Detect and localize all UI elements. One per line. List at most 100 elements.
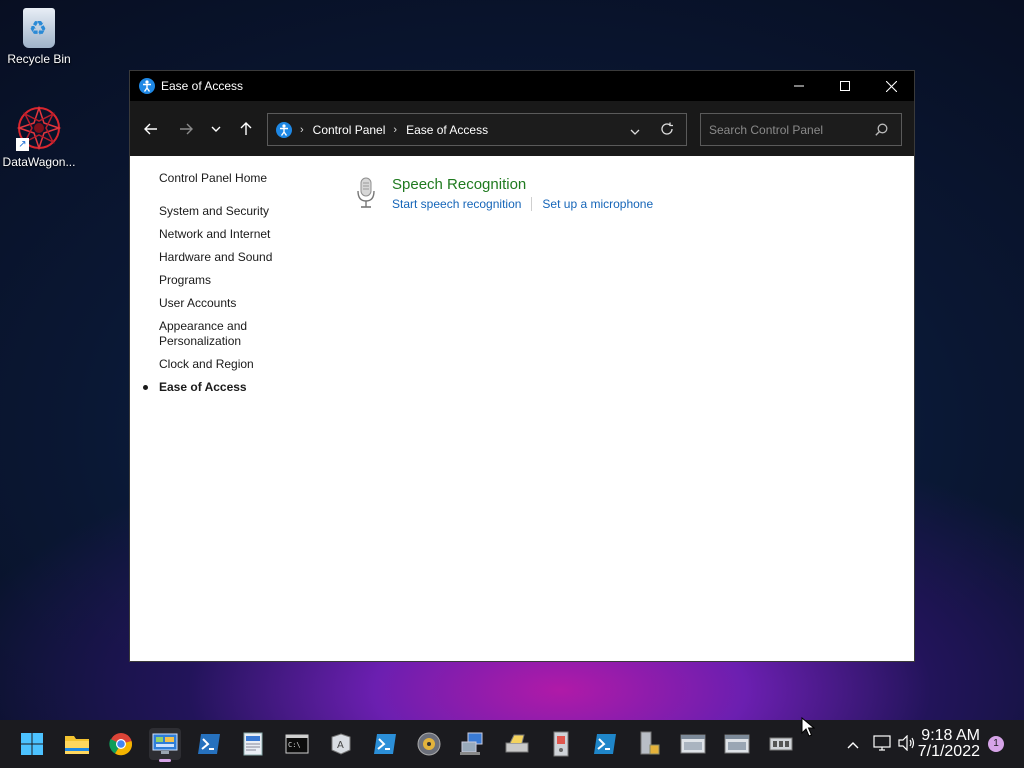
disc-app-button[interactable] <box>413 728 445 760</box>
windows-logo-icon <box>21 733 43 755</box>
control-panel-taskbar-button[interactable] <box>149 728 181 762</box>
start-button[interactable] <box>16 728 48 760</box>
maximize-icon <box>840 81 850 91</box>
desktop-icon-label: DataWagon... <box>2 155 76 169</box>
forward-button[interactable] <box>171 114 201 144</box>
terminal-2-button[interactable] <box>589 728 621 760</box>
address-dropdown-button[interactable] <box>630 125 640 139</box>
content-area: Control Panel Home System and Security N… <box>130 156 914 661</box>
show-hidden-icons-button[interactable] <box>846 737 860 755</box>
up-arrow-icon <box>240 121 252 135</box>
minimize-icon <box>794 85 804 87</box>
network-icon <box>873 735 891 751</box>
sidebar-item-hardware-and-sound[interactable]: Hardware and Sound <box>159 250 319 265</box>
back-arrow-icon <box>144 123 157 134</box>
ease-of-access-icon <box>276 121 292 138</box>
desktop-icon-label: Recycle Bin <box>7 52 71 66</box>
powershell-2-button[interactable] <box>369 728 401 760</box>
powershell-icon <box>594 734 616 754</box>
recent-locations-button[interactable] <box>201 114 231 144</box>
shortcut-arrow-icon: ↗ <box>16 138 29 151</box>
speech-links: Start speech recognition Set up a microp… <box>392 197 653 211</box>
link-divider <box>531 197 533 211</box>
mouse-cursor-icon <box>801 717 815 737</box>
close-icon <box>885 80 897 92</box>
sidebar-item-programs[interactable]: Programs <box>159 273 319 288</box>
volume-button[interactable] <box>898 734 916 756</box>
ease-of-access-icon <box>139 78 155 94</box>
recycle-bin-icon <box>23 8 55 48</box>
chrome-icon <box>109 733 133 756</box>
window-app-icon <box>724 734 750 754</box>
sidebar-item-appearance-and-personalization[interactable]: Appearance and Personalization <box>159 319 259 349</box>
network-status-button[interactable] <box>873 735 891 756</box>
server-lock-icon <box>640 731 660 755</box>
window-title: Ease of Access <box>161 79 244 93</box>
document-icon <box>243 732 263 756</box>
refresh-button[interactable] <box>660 122 674 139</box>
microphone-icon <box>357 177 375 208</box>
chevron-down-icon <box>211 126 221 132</box>
device-icon <box>553 731 569 757</box>
sidebar-item-system-and-security[interactable]: System and Security <box>159 204 319 219</box>
powershell-button[interactable] <box>193 728 225 760</box>
close-button[interactable] <box>868 71 914 101</box>
breadcrumb-chevron-icon: › <box>300 123 304 136</box>
window-app-1-button[interactable] <box>677 728 709 760</box>
notification-badge[interactable]: 1 <box>988 736 1004 752</box>
app-glyph-icon: A <box>331 733 351 755</box>
sidebar-item-network-and-internet[interactable]: Network and Internet <box>159 227 319 242</box>
window-app-icon <box>680 734 706 754</box>
clock-date: 7/1/2022 <box>917 743 980 760</box>
file-explorer-button[interactable] <box>61 728 93 760</box>
control-panel-icon <box>152 733 178 754</box>
taskbar-app-7-button[interactable]: A <box>325 728 357 760</box>
start-speech-recognition-link[interactable]: Start speech recognition <box>392 197 521 211</box>
maximize-button[interactable] <box>822 71 868 101</box>
desktop-icon-datawagon[interactable]: ↗ DataWagon... <box>1 105 77 169</box>
sidebar-item-ease-of-access[interactable]: Ease of Access <box>143 380 319 395</box>
chevron-up-icon <box>847 742 859 749</box>
chip-icon <box>769 737 793 751</box>
sidebar-item-control-panel-home[interactable]: Control Panel Home <box>159 171 319 186</box>
taskbar: C:\ A 9:18 AM 7/1/2022 1 <box>0 720 1024 768</box>
powershell-icon <box>374 734 396 754</box>
title-bar[interactable]: Ease of Access <box>130 71 914 101</box>
desktop-icon-recycle-bin[interactable]: Recycle Bin <box>1 8 77 66</box>
sidebar-item-user-accounts[interactable]: User Accounts <box>159 296 319 311</box>
document-app-button[interactable] <box>237 728 269 760</box>
refresh-icon <box>661 122 673 135</box>
chrome-button[interactable] <box>105 728 137 760</box>
server-lock-app-button[interactable] <box>633 728 665 760</box>
scanner-app-button[interactable] <box>501 728 533 760</box>
svg-text:A: A <box>337 740 344 751</box>
command-prompt-button[interactable]: C:\ <box>281 728 313 760</box>
hardware-app-button[interactable] <box>765 728 797 760</box>
sidebar: Control Panel Home System and Security N… <box>143 171 319 403</box>
minimize-button[interactable] <box>776 71 822 101</box>
clock-time: 9:18 AM <box>921 727 980 744</box>
set-up-microphone-link[interactable]: Set up a microphone <box>542 197 653 211</box>
search-box[interactable] <box>700 113 902 146</box>
network-computer-icon <box>460 732 483 755</box>
breadcrumb-chevron-icon: › <box>393 123 398 136</box>
up-button[interactable] <box>231 114 261 144</box>
forward-arrow-icon <box>180 123 193 134</box>
svg-text:C:\: C:\ <box>288 741 301 749</box>
address-bar[interactable]: › Control Panel › Ease of Access <box>267 113 687 146</box>
breadcrumb-control-panel[interactable]: Control Panel <box>313 123 386 137</box>
volume-icon <box>898 734 915 752</box>
speech-recognition-heading[interactable]: Speech Recognition <box>392 176 526 193</box>
search-icon <box>875 123 888 136</box>
network-app-button[interactable] <box>457 728 489 760</box>
back-button[interactable] <box>136 114 166 144</box>
terminal-icon: C:\ <box>285 734 309 754</box>
device-app-button[interactable] <box>545 728 577 760</box>
datawagon-icon: ↗ <box>16 105 62 151</box>
breadcrumb-ease-of-access[interactable]: Ease of Access <box>406 123 488 137</box>
control-panel-window: Ease of Access › Control Panel › Ease of… <box>129 70 915 662</box>
clock[interactable]: 9:18 AM 7/1/2022 <box>918 728 980 760</box>
search-input[interactable] <box>709 122 869 137</box>
window-app-2-button[interactable] <box>721 728 753 760</box>
sidebar-item-clock-and-region[interactable]: Clock and Region <box>159 357 319 372</box>
